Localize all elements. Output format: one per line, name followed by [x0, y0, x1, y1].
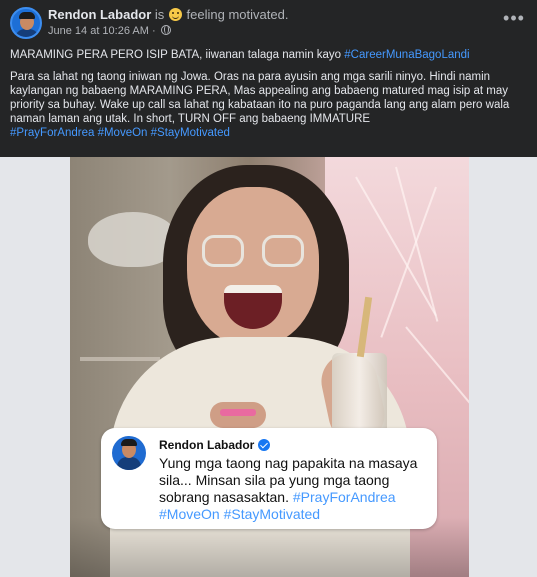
- post-body: Para sa lahat ng taong iniwan ng Jowa. O…: [10, 70, 532, 140]
- author-name[interactable]: Rendon Labador: [48, 7, 151, 22]
- post-header-and-text: Rendon Labador is feeling motivated. Jun…: [0, 0, 537, 157]
- post-author-line: Rendon Labador is feeling motivated.: [48, 7, 288, 22]
- quote-card-overlay: Rendon Labador Yung mga taong nag papaki…: [101, 428, 437, 529]
- quote-hashtag: #PrayForAndrea: [292, 489, 396, 505]
- glasses-right: [262, 235, 304, 267]
- quote-author-name: Rendon Labador: [159, 438, 271, 452]
- shelf: [80, 357, 160, 361]
- feeling-prefix: is: [154, 7, 165, 22]
- feeling-text: feeling motivated.: [186, 7, 289, 22]
- meta-separator: ·: [151, 25, 156, 37]
- post-date[interactable]: June 14 at 10:26 AM: [48, 25, 149, 37]
- quote-author-text: Rendon Labador: [159, 438, 255, 452]
- smiling-emoji-icon: [168, 8, 182, 21]
- facebook-post: Rendon Labador is feeling motivated. Jun…: [0, 0, 537, 577]
- more-options-button[interactable]: •••: [500, 8, 528, 36]
- globe-icon[interactable]: [160, 25, 171, 35]
- glasses-left: [202, 235, 244, 267]
- quote-hashtag: #MoveOn: [159, 506, 220, 522]
- hashtag-link[interactable]: #StayMotivated: [151, 127, 230, 139]
- quote-text: Yung mga taong nag papakita na masaya si…: [159, 455, 429, 523]
- post-meta: June 14 at 10:26 AM ·: [48, 25, 171, 37]
- pink-nails: [220, 409, 256, 416]
- hashtag-link[interactable]: #MoveOn: [98, 127, 148, 139]
- hashtag-link[interactable]: #CareerMunaBagoLandi: [344, 49, 469, 61]
- hashtag-link[interactable]: #PrayForAndrea: [10, 127, 94, 139]
- body-text: Para sa lahat ng taong iniwan ng Jowa. O…: [10, 71, 510, 125]
- quote-hashtag: #StayMotivated: [223, 506, 321, 522]
- post-headline: MARAMING PERA PERO ISIP BATA, iiwanan ta…: [10, 48, 530, 62]
- author-avatar[interactable]: [10, 7, 42, 39]
- quote-author-avatar: [112, 436, 146, 470]
- headline-text: MARAMING PERA PERO ISIP BATA, iiwanan ta…: [10, 49, 345, 61]
- verified-badge-icon: [258, 439, 271, 451]
